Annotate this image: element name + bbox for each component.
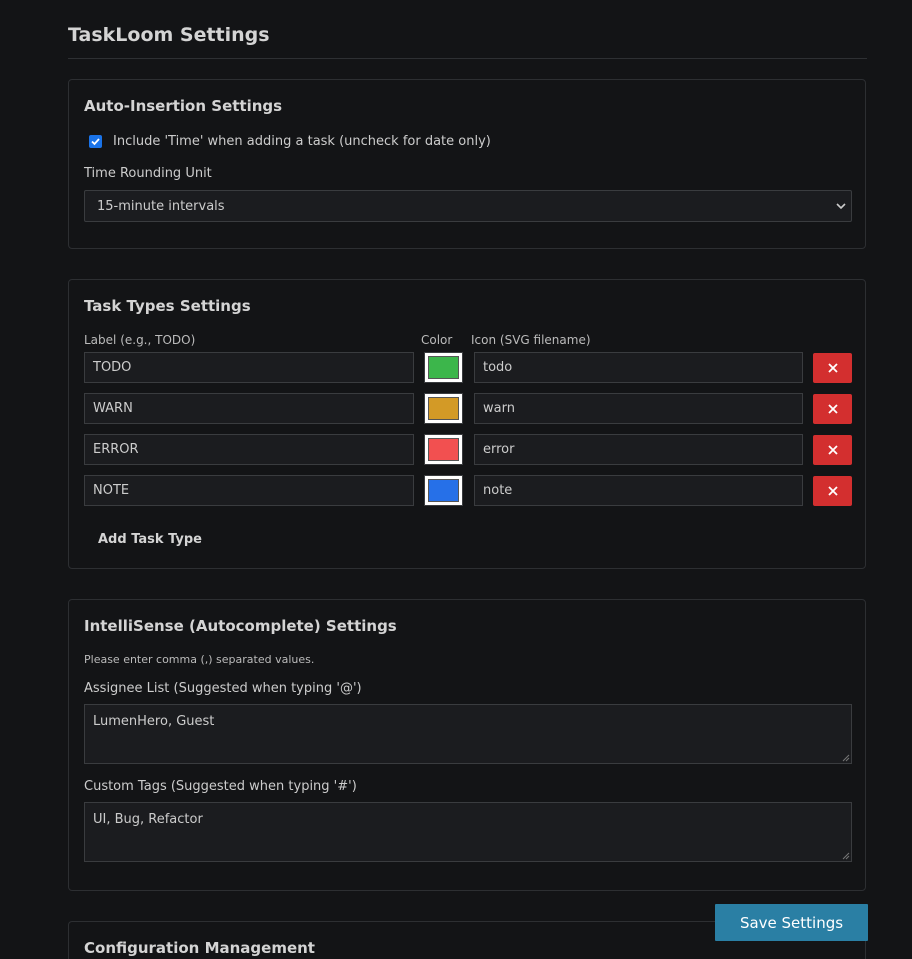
include-time-label: Include 'Time' when adding a task (unche…: [113, 134, 491, 149]
resize-grip-icon[interactable]: [841, 753, 850, 762]
assignee-list-textarea[interactable]: LumenHero, Guest: [84, 704, 852, 764]
task-type-label-input[interactable]: TODO: [84, 352, 414, 383]
close-icon: [827, 486, 838, 496]
task-types-section: Task Types Settings Label (e.g., TODO) C…: [68, 279, 866, 569]
task-types-title: Task Types Settings: [84, 297, 251, 315]
label-column-header: Label (e.g., TODO): [84, 333, 196, 347]
include-time-checkbox[interactable]: [89, 135, 102, 148]
task-type-label-value: WARN: [93, 401, 133, 416]
task-type-label-input[interactable]: ERROR: [84, 434, 414, 465]
task-type-icon-value: warn: [483, 401, 515, 416]
close-icon: [827, 363, 838, 373]
resize-grip-icon[interactable]: [841, 851, 850, 860]
color-swatch: [428, 438, 459, 461]
color-swatch: [428, 479, 459, 502]
settings-page: TaskLoom Settings Auto-Insertion Setting…: [0, 0, 912, 959]
custom-tags-label: Custom Tags (Suggested when typing '#'): [84, 779, 357, 794]
color-swatch: [428, 397, 459, 420]
delete-task-type-button[interactable]: [813, 353, 852, 383]
intellisense-title: IntelliSense (Autocomplete) Settings: [84, 617, 397, 635]
delete-task-type-button[interactable]: [813, 476, 852, 506]
task-type-label-value: ERROR: [93, 442, 139, 457]
rounding-unit-value: 15-minute intervals: [97, 198, 225, 214]
assignee-list-value: LumenHero, Guest: [93, 714, 215, 729]
page-title: TaskLoom Settings: [68, 24, 270, 46]
close-icon: [827, 404, 838, 414]
auto-insertion-section: Auto-Insertion Settings Include 'Time' w…: [68, 79, 866, 249]
color-column-header: Color: [421, 333, 453, 347]
title-divider: [68, 58, 867, 59]
task-type-icon-value: note: [483, 483, 513, 498]
task-type-icon-input[interactable]: warn: [474, 393, 803, 424]
task-type-label-value: TODO: [93, 360, 132, 375]
task-type-color-picker[interactable]: [424, 352, 463, 383]
task-type-icon-input[interactable]: todo: [474, 352, 803, 383]
task-type-icon-input[interactable]: note: [474, 475, 803, 506]
checkmark-icon: [91, 138, 100, 146]
task-type-label-input[interactable]: WARN: [84, 393, 414, 424]
task-type-label-input[interactable]: NOTE: [84, 475, 414, 506]
task-type-label-value: NOTE: [93, 483, 130, 498]
add-task-type-button[interactable]: Add Task Type: [98, 532, 202, 547]
task-type-icon-value: error: [483, 442, 515, 457]
intellisense-hint: Please enter comma (,) separated values.: [84, 653, 315, 666]
task-type-icon-input[interactable]: error: [474, 434, 803, 465]
rounding-unit-select[interactable]: 15-minute intervals: [84, 190, 852, 222]
icon-column-header: Icon (SVG filename): [471, 333, 591, 347]
rounding-unit-label: Time Rounding Unit: [84, 166, 212, 181]
task-type-color-picker[interactable]: [424, 393, 463, 424]
delete-task-type-button[interactable]: [813, 394, 852, 424]
close-icon: [827, 445, 838, 455]
delete-task-type-button[interactable]: [813, 435, 852, 465]
color-swatch: [428, 356, 459, 379]
task-type-color-picker[interactable]: [424, 434, 463, 465]
assignee-list-label: Assignee List (Suggested when typing '@'…: [84, 681, 362, 696]
auto-insertion-title: Auto-Insertion Settings: [84, 97, 283, 115]
custom-tags-textarea[interactable]: UI, Bug, Refactor: [84, 802, 852, 862]
config-management-title: Configuration Management: [84, 939, 315, 957]
intellisense-section: IntelliSense (Autocomplete) Settings Ple…: [68, 599, 866, 891]
task-type-icon-value: todo: [483, 360, 513, 375]
task-type-color-picker[interactable]: [424, 475, 463, 506]
save-settings-button[interactable]: Save Settings: [715, 904, 868, 941]
custom-tags-value: UI, Bug, Refactor: [93, 812, 203, 827]
chevron-down-icon: [836, 203, 846, 210]
